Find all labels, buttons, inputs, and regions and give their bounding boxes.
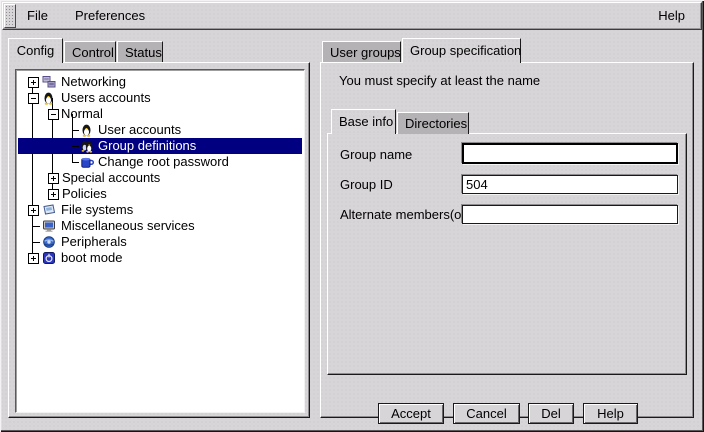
menu-preferences[interactable]: Preferences [69,8,151,24]
tree-item-label[interactable]: boot mode [61,250,122,266]
tab-user-groups[interactable]: User groups [322,41,401,62]
tree-item-label[interactable]: Change root password [98,154,229,170]
tree-item-boot-mode[interactable]: boot mode [16,250,304,266]
group-specification-page: You must specify at least the name Base … [320,62,694,418]
alternate-members-input[interactable] [462,205,678,224]
penguin-icon [80,123,94,137]
expand-plus-icon[interactable] [28,77,39,88]
tree-item-label[interactable]: Special accounts [62,170,160,186]
alternate-members-label: Alternate members(opt) [340,207,477,223]
group-name-input[interactable] [462,143,678,164]
tree-line [72,146,79,147]
tree-item-miscellaneous-services[interactable]: Miscellaneous services [16,218,304,234]
tree-item-label[interactable]: User accounts [98,122,181,138]
menu-bar: File Preferences Help [2,2,702,30]
menu-help[interactable]: Help [652,8,691,24]
group-id-label: Group ID [340,177,393,193]
tab-group-specification[interactable]: Group specification [402,38,521,63]
expand-plus-icon[interactable] [28,253,39,264]
tree-item-label[interactable]: Miscellaneous services [61,218,195,234]
tree-item-change-root-password[interactable]: Change root password [16,154,304,170]
tree-item-label[interactable]: Users accounts [61,90,151,106]
tree-item-users-accounts[interactable]: Users accounts [16,90,304,106]
tree-item-user-accounts[interactable]: User accounts [16,122,304,138]
tree-item-label[interactable]: File systems [61,202,133,218]
tree-item-networking[interactable]: Networking [16,74,304,90]
help-button[interactable]: Help [583,403,638,424]
tab-control[interactable]: Control [64,41,116,62]
tree-item-label[interactable]: Normal [61,106,103,122]
expand-plus-icon[interactable] [48,173,59,184]
tree-item-peripherals[interactable]: Peripherals [16,234,304,250]
tab-config[interactable]: Config [8,38,63,63]
config-tree: Networking Users accounts Normal U [15,69,305,413]
menu-file[interactable]: File [21,8,54,24]
base-info-panel: Group name Group ID Alternate members(op… [327,133,687,375]
linuxconf-window: File Preferences Help Config Control Sta… [0,0,704,432]
mug-icon [80,155,94,169]
penguin-icon [42,91,56,105]
tree-item-special-accounts[interactable]: Special accounts [16,170,304,186]
tree-item-normal[interactable]: Normal [16,106,304,122]
accept-button[interactable]: Accept [378,403,444,424]
collapse-minus-icon[interactable] [48,109,59,120]
expand-plus-icon[interactable] [28,205,39,216]
menubar-drag-handle[interactable] [4,4,16,28]
tree-item-label[interactable]: Peripherals [61,234,127,250]
networking-icon [42,75,56,89]
tree-item-label[interactable]: Networking [61,74,126,90]
tree-item-group-definitions[interactable]: Group definitions [16,138,304,154]
tree-item-file-systems[interactable]: File systems [16,202,304,218]
tree-item-policies[interactable]: Policies [16,186,304,202]
tab-directories[interactable]: Directories [397,112,469,134]
group-name-label: Group name [340,147,412,163]
penguin-group-icon [80,139,94,153]
cancel-button[interactable]: Cancel [453,403,520,424]
collapse-minus-icon[interactable] [28,93,39,104]
expand-plus-icon[interactable] [48,189,59,200]
tab-base-info[interactable]: Base info [331,109,396,134]
power-icon [42,251,56,265]
tree-item-label[interactable]: Group definitions [98,138,196,154]
disk-icon [42,203,56,217]
peripheral-icon [42,235,56,249]
group-id-input[interactable] [462,175,678,194]
form-message: You must specify at least the name [339,73,540,88]
tree-item-label[interactable]: Policies [62,186,107,202]
config-page: Networking Users accounts Normal U [8,62,310,418]
tab-status[interactable]: Status [117,41,163,62]
monitor-icon [42,219,56,233]
del-button[interactable]: Del [528,403,574,424]
